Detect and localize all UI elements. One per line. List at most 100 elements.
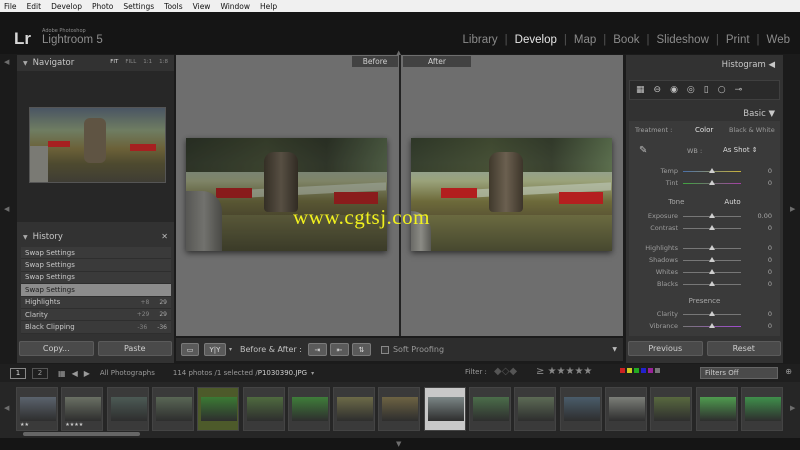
green-label-icon[interactable]	[634, 368, 639, 373]
filmstrip-thumbnail[interactable]	[333, 387, 376, 431]
history-item[interactable]: Black Clipping -36 -36	[21, 321, 171, 334]
navigator-thumbnail[interactable]	[29, 107, 166, 183]
slider-temp[interactable]: Temp 0	[629, 165, 780, 177]
slider-clarity[interactable]: Clarity 0	[629, 308, 780, 320]
slider-knob[interactable]	[709, 168, 715, 173]
history-header[interactable]: ▼ History ✕	[17, 229, 174, 245]
slider-knob[interactable]	[709, 213, 715, 218]
navigator-header[interactable]: ▼ Navigator FIT FILL 1:1 1:8	[17, 55, 174, 71]
slider-knob[interactable]	[709, 281, 715, 286]
filmstrip-thumbnail[interactable]	[604, 387, 647, 431]
filmstrip-thumbnail[interactable]	[695, 387, 738, 431]
module-develop[interactable]: Develop	[515, 34, 557, 46]
history-item[interactable]: Clarity +29 29	[21, 308, 171, 322]
wb-eyedropper-icon[interactable]: ✎	[639, 145, 647, 156]
radial-filter-icon[interactable]: ○	[718, 85, 726, 95]
filmstrip-thumbnail[interactable]	[423, 387, 466, 431]
slider-value[interactable]: 0	[768, 268, 772, 276]
wb-dropdown[interactable]: As Shot ⇕	[723, 146, 758, 154]
purple-label-icon[interactable]	[648, 368, 653, 373]
grid-icon[interactable]: ▦	[58, 369, 66, 378]
filmstrip-thumbnail[interactable]	[740, 387, 783, 431]
selected-filename[interactable]: P1030390.JPG	[258, 369, 307, 377]
yellow-label-icon[interactable]	[627, 368, 632, 373]
filmstrip-thumbnail[interactable]	[287, 387, 330, 431]
history-item[interactable]: Swap Settings	[21, 247, 171, 260]
slider-value[interactable]: 0	[768, 167, 772, 175]
filter-lock-icon[interactable]: ⊕	[785, 367, 792, 376]
filmstrip-thumbnail[interactable]: ★★★★	[61, 387, 104, 431]
slider-value[interactable]: 0	[768, 256, 772, 264]
copy-before-to-after-button[interactable]: ⇥	[307, 343, 327, 356]
slider-whites[interactable]: Whites 0	[629, 266, 780, 278]
adjustment-brush-icon[interactable]: ⊸	[735, 85, 743, 95]
filmstrip-thumbnail[interactable]	[242, 387, 285, 431]
crop-tool-icon[interactable]: ⊖	[654, 85, 662, 95]
source-label[interactable]: All Photographs	[100, 369, 155, 377]
paste-button[interactable]: Paste	[97, 341, 172, 356]
soft-proofing-checkbox[interactable]	[380, 345, 389, 354]
treatment-color-option[interactable]: Color	[695, 126, 713, 134]
spot-removal-icon[interactable]: ◉	[670, 85, 678, 95]
copy-after-to-before-button[interactable]: ⇤	[329, 343, 349, 356]
filmstrip-thumbnail[interactable]	[151, 387, 194, 431]
filmstrip-thumbnail[interactable]	[559, 387, 602, 431]
slider-contrast[interactable]: Contrast 0	[629, 222, 780, 234]
slider-knob[interactable]	[709, 323, 715, 328]
red-eye-icon[interactable]: ◎	[687, 85, 695, 95]
mode-dropdown-icon[interactable]: ▾	[229, 346, 232, 353]
zoom-option[interactable]: 1:1	[143, 59, 152, 65]
zoom-option[interactable]: 1:8	[159, 59, 168, 65]
flag-filter-icons[interactable]: ◆◇◆	[494, 366, 517, 377]
slider-knob[interactable]	[709, 257, 715, 262]
histogram-header[interactable]: Histogram ◀	[722, 60, 775, 70]
star-filter-icons[interactable]: ≥ ★★★★★	[536, 366, 592, 377]
toolbar-options-icon[interactable]: ▼	[612, 346, 617, 353]
graduated-filter-icon[interactable]: ▯	[704, 85, 709, 95]
slider-highlights[interactable]: Highlights 0	[629, 242, 780, 254]
module-web[interactable]: Web	[767, 34, 790, 46]
filmstrip-left-arrow-icon[interactable]: ◀	[4, 404, 9, 412]
treatment-bw-option[interactable]: Black & White	[729, 126, 775, 134]
slider-value[interactable]: 0	[768, 244, 772, 252]
copy-button[interactable]: Copy...	[19, 341, 94, 356]
module-print[interactable]: Print	[726, 34, 750, 46]
swap-before-after-button[interactable]: ⇅	[351, 343, 371, 356]
slider-vibrance[interactable]: Vibrance 0	[629, 320, 780, 332]
filmstrip-thumbnail[interactable]	[514, 387, 557, 431]
filename-dropdown-icon[interactable]: ▾	[311, 370, 314, 377]
grid-overlay-icon[interactable]: ▦	[636, 85, 645, 95]
slider-value[interactable]: 0	[768, 280, 772, 288]
slider-value[interactable]: 0	[768, 322, 772, 330]
other-label-icon[interactable]	[655, 368, 660, 373]
previous-button[interactable]: Previous	[628, 341, 703, 356]
slider-value[interactable]: 0	[768, 310, 772, 318]
menu-item[interactable]: View	[193, 2, 211, 11]
right-panel-toggle-icon[interactable]: ▶	[790, 205, 795, 213]
slider-knob[interactable]	[709, 269, 715, 274]
auto-tone-button[interactable]: Auto	[724, 198, 740, 206]
filmstrip-scrollbar[interactable]	[23, 432, 140, 436]
secondary-window-button[interactable]: 2	[32, 367, 48, 379]
clear-history-icon[interactable]: ✕	[161, 232, 168, 241]
forward-arrow-icon[interactable]: ▶	[84, 369, 90, 378]
back-arrow-icon[interactable]: ◀	[72, 369, 78, 378]
menu-item[interactable]: Help	[260, 2, 277, 11]
slider-knob[interactable]	[709, 225, 715, 230]
slider-knob[interactable]	[709, 245, 715, 250]
menu-item[interactable]: Settings	[123, 2, 154, 11]
before-photo[interactable]	[186, 138, 387, 251]
before-after-mode-button[interactable]: Y|Y	[204, 343, 226, 356]
bottom-panel-toggle-icon[interactable]: ▼	[396, 440, 401, 448]
slider-tint[interactable]: Tint 0	[629, 177, 780, 189]
filmstrip-thumbnail[interactable]	[378, 387, 421, 431]
history-item[interactable]: Highlights +8 29	[21, 296, 171, 309]
red-label-icon[interactable]	[620, 368, 625, 373]
navigator-preview[interactable]	[17, 71, 174, 222]
basic-header[interactable]: Basic ▼	[743, 109, 775, 119]
slider-value[interactable]: 0	[768, 224, 772, 232]
menu-item[interactable]: File	[4, 2, 17, 11]
module-map[interactable]: Map	[574, 34, 596, 46]
color-label-filter[interactable]	[620, 368, 660, 373]
after-photo[interactable]	[411, 138, 612, 251]
